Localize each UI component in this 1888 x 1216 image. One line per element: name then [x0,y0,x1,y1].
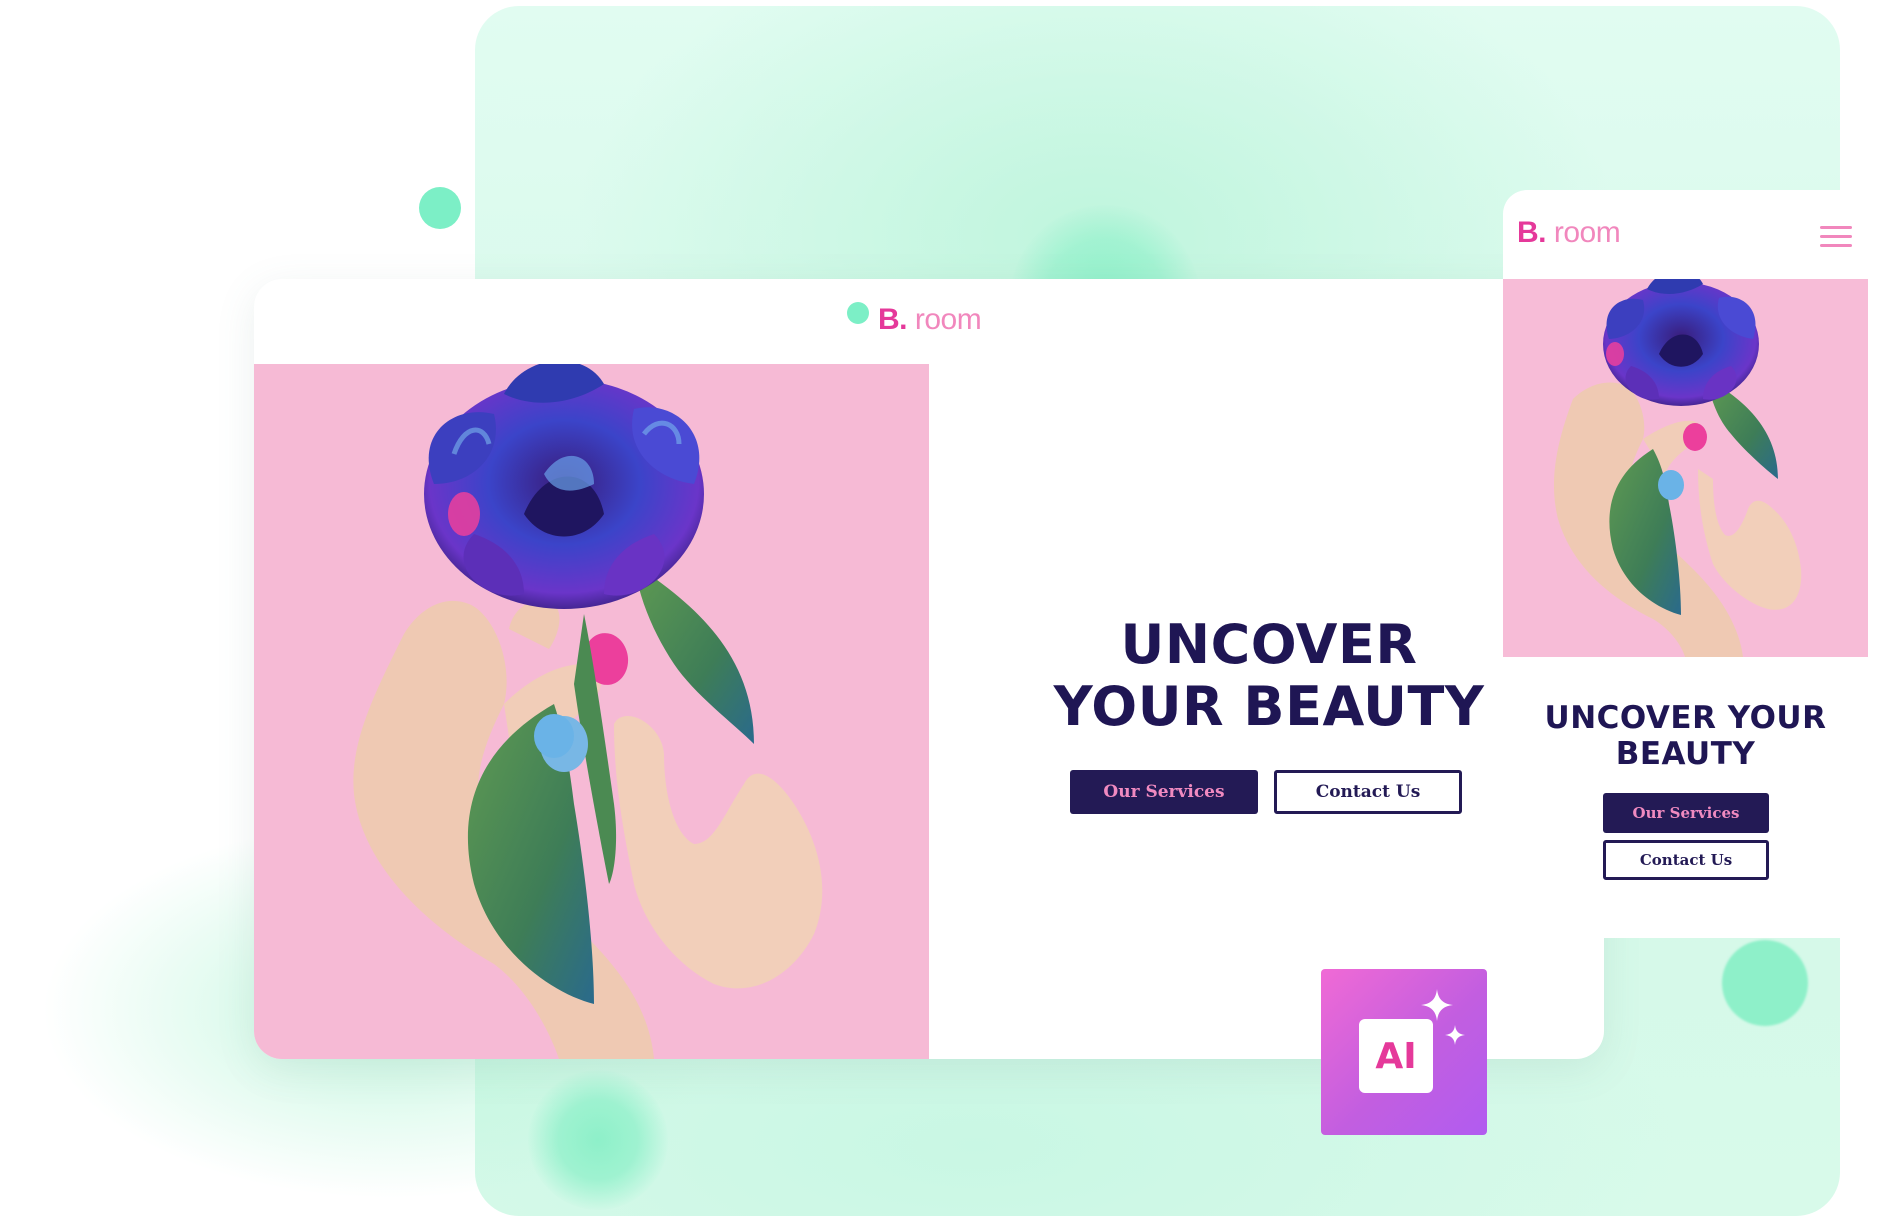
flower-in-hands-illustration [1503,279,1868,657]
ai-label: AI [1359,1019,1433,1093]
hero-headline-line-2: BEAUTY [1615,736,1756,772]
our-services-button[interactable]: Our Services [1070,770,1258,814]
decorative-circle [1722,940,1808,1026]
sparkle-icon [1421,989,1453,1021]
brand-logo[interactable]: B. room [878,303,982,337]
contact-us-button[interactable]: Contact Us [1603,840,1769,880]
hero-headline: UNCOVER YOUR BEAUTY [1503,700,1868,772]
contact-us-button[interactable]: Contact Us [1274,770,1462,814]
hero-headline: UNCOVER YOUR BEAUTY [1014,614,1524,738]
brand-logo-mark: B. [878,303,908,336]
hero-image [1503,279,1868,657]
our-services-button[interactable]: Our Services [1603,793,1769,833]
decorative-circle [419,187,461,229]
brand-logo-mark: B. [1517,216,1547,249]
sparkle-small-icon [1445,1025,1465,1045]
hero-headline-line-1: UNCOVER [1120,613,1418,676]
hero-headline-line-1: UNCOVER YOUR [1544,700,1827,736]
brand-logo[interactable]: B. room [1517,216,1621,250]
flower-in-hands-illustration [254,364,929,1059]
hero-image [254,364,929,1059]
hero-headline-line-2: YOUR BEAUTY [1053,675,1485,738]
ai-badge[interactable]: AI [1321,969,1487,1135]
decorative-circle-small [847,302,869,324]
decorative-blurred-circle [528,1070,668,1210]
brand-logo-name: room [1553,216,1621,249]
mobile-site-preview: B. room UNCOVER YOUR BEAUTY Our Services… [1503,190,1868,938]
desktop-site-preview: B. room UNCOVER YOUR BEAUTY Our Services… [254,279,1604,1059]
brand-logo-name: room [914,303,982,336]
hamburger-menu-icon[interactable] [1820,226,1852,248]
